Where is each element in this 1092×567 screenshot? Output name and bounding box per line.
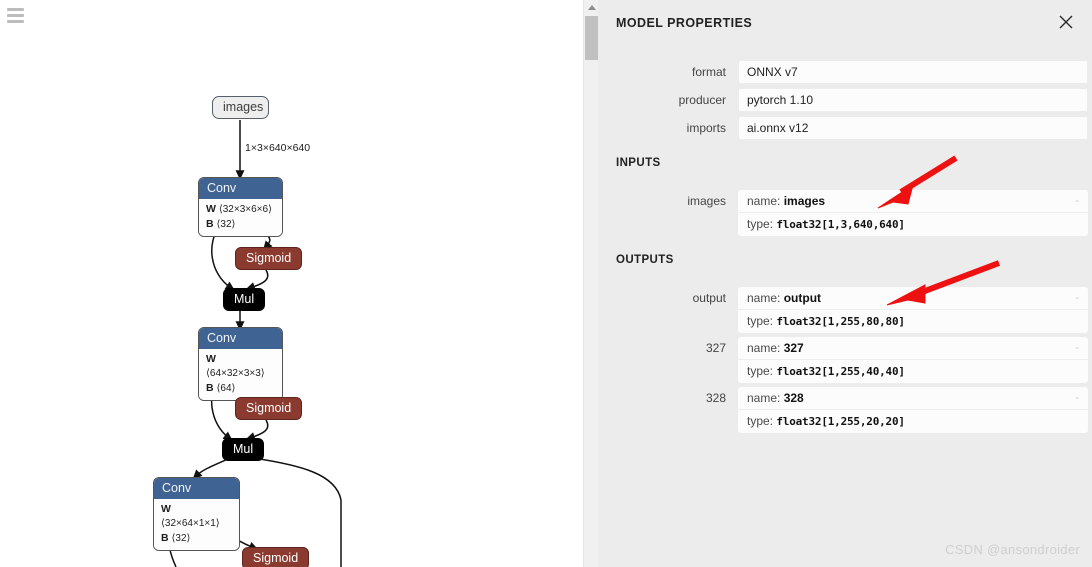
io-type-key: type: (747, 314, 774, 328)
io-card[interactable]: name: output - type: float32[1,255,80,80… (738, 287, 1088, 333)
property-value[interactable]: pytorch 1.10 (738, 88, 1088, 112)
weight-shape: ⟨64×32×3×3⟩ (206, 368, 265, 379)
bias-key: B (161, 532, 169, 544)
io-type-value: float32[1,255,40,40] (776, 365, 905, 378)
io-card[interactable]: name: 327 - type: float32[1,255,40,40] (738, 337, 1088, 383)
close-icon[interactable] (1056, 12, 1076, 32)
graph-node-mul-1[interactable]: Mul (223, 288, 266, 311)
collapse-toggle[interactable]: - (1075, 190, 1079, 213)
graph-edges (168, 120, 342, 567)
io-name-line: name: output - (738, 287, 1088, 310)
io-type-line: type: float32[1,255,80,80] (738, 310, 1088, 333)
io-type-value: float32[1,3,640,640] (776, 218, 905, 231)
io-name-value: output (783, 291, 822, 305)
io-name-line: name: 327 - (738, 337, 1088, 360)
graph-node-attrs: W ⟨64×32×3×3⟩ B ⟨64⟩ (199, 349, 282, 400)
graph-node-title: Sigmoid (253, 551, 299, 565)
io-type-line: type: float32[1,3,640,640] (738, 213, 1088, 236)
graph-node-title: Conv (154, 478, 239, 499)
property-label: format (691, 65, 726, 79)
io-type-key: type: (747, 364, 774, 378)
io-card[interactable]: name: images - type: float32[1,3,640,640… (738, 190, 1088, 236)
graph-input-node-images[interactable]: images (212, 96, 269, 119)
section-heading-outputs: OUTPUTS (616, 254, 674, 266)
graph-node-mul-2[interactable]: Mul (222, 438, 265, 461)
graph-node-title: Mul (233, 442, 254, 456)
graph-node-conv-1[interactable]: Conv W ⟨32×3×6×6⟩ B ⟨32⟩ (198, 177, 283, 237)
graph-node-attrs: W ⟨32×3×6×6⟩ B ⟨32⟩ (199, 199, 282, 236)
property-value[interactable]: ONNX v7 (738, 60, 1088, 84)
graph-node-sigmoid-1[interactable]: Sigmoid (235, 247, 303, 270)
graph-canvas[interactable]: images 1×3×640×640 Conv W ⟨32×3×6×6⟩ B ⟨… (0, 0, 583, 567)
collapse-toggle[interactable]: - (1075, 387, 1079, 410)
io-type-key: type: (747, 414, 774, 428)
property-row-producer: producer pytorch 1.10 (616, 88, 1088, 112)
caret-up-icon[interactable] (584, 0, 599, 14)
collapse-toggle[interactable]: - (1075, 337, 1079, 360)
weight-shape: ⟨32×3×6×6⟩ (218, 204, 272, 215)
graph-node-title: Conv (199, 328, 282, 349)
io-card[interactable]: name: 328 - type: float32[1,255,20,20] (738, 387, 1088, 433)
panel-title: MODEL PROPERTIES (616, 16, 753, 30)
weight-key: W (206, 353, 216, 365)
io-name-key: name: (747, 341, 781, 355)
io-name-line: name: 328 - (738, 387, 1088, 410)
collapse-toggle[interactable]: - (1075, 287, 1079, 310)
io-name-key: name: (747, 194, 781, 208)
io-label: images (687, 194, 726, 208)
io-type-line: type: float32[1,255,20,20] (738, 410, 1088, 433)
graph-scrollbar[interactable] (583, 0, 599, 567)
io-type-key: type: (747, 217, 774, 231)
property-label: producer (678, 93, 726, 107)
io-type-line: type: float32[1,255,40,40] (738, 360, 1088, 383)
graph-node-attrs: W ⟨32×64×1×1⟩ B ⟨32⟩ (154, 499, 239, 550)
io-label: 327 (705, 341, 726, 355)
model-properties-panel: MODEL PROPERTIES format ONNX v7 producer… (598, 0, 1092, 567)
io-type-value: float32[1,255,80,80] (776, 315, 905, 328)
io-name-key: name: (747, 391, 781, 405)
weight-shape: ⟨32×64×1×1⟩ (161, 518, 220, 529)
scrollbar-thumb[interactable] (585, 16, 598, 60)
bias-key: B (206, 382, 214, 394)
io-name-value: 328 (783, 391, 804, 405)
weight-key: W (161, 503, 171, 515)
graph-node-conv-3[interactable]: Conv W ⟨32×64×1×1⟩ B ⟨32⟩ (153, 477, 240, 551)
graph-node-conv-2[interactable]: Conv W ⟨64×32×3×3⟩ B ⟨64⟩ (198, 327, 283, 401)
graph-node-sigmoid-2[interactable]: Sigmoid (235, 397, 303, 420)
graph-node-title: Sigmoid (246, 251, 292, 265)
graph-node-title: Conv (199, 178, 282, 199)
graph-node-sigmoid-3[interactable]: Sigmoid (242, 547, 310, 567)
io-name-key: name: (747, 291, 781, 305)
watermark: CSDN @ansondroider (945, 542, 1080, 557)
io-name-value: 327 (783, 341, 804, 355)
io-name-value: images (783, 194, 826, 208)
bias-shape: ⟨32⟩ (216, 219, 236, 230)
io-label: 328 (705, 391, 726, 405)
bias-shape: ⟨32⟩ (171, 533, 191, 544)
io-label: output (692, 291, 726, 305)
graph-node-title: Mul (234, 292, 255, 306)
weight-key: W (206, 203, 216, 215)
bias-key: B (206, 218, 214, 230)
bias-shape: ⟨64⟩ (216, 383, 236, 394)
property-row-imports: imports ai.onnx v12 (616, 116, 1088, 140)
property-row-format: format ONNX v7 (616, 60, 1088, 84)
app-window: images 1×3×640×640 Conv W ⟨32×3×6×6⟩ B ⟨… (0, 0, 1092, 567)
property-value[interactable]: ai.onnx v12 (738, 116, 1088, 140)
graph-input-node-label: images (223, 100, 264, 114)
io-name-line: name: images - (738, 190, 1088, 213)
property-label: imports (686, 121, 726, 135)
io-type-value: float32[1,255,20,20] (776, 415, 905, 428)
graph-node-title: Sigmoid (246, 401, 292, 415)
graph-edge-label-input: 1×3×640×640 (245, 142, 311, 154)
section-heading-inputs: INPUTS (616, 157, 661, 169)
